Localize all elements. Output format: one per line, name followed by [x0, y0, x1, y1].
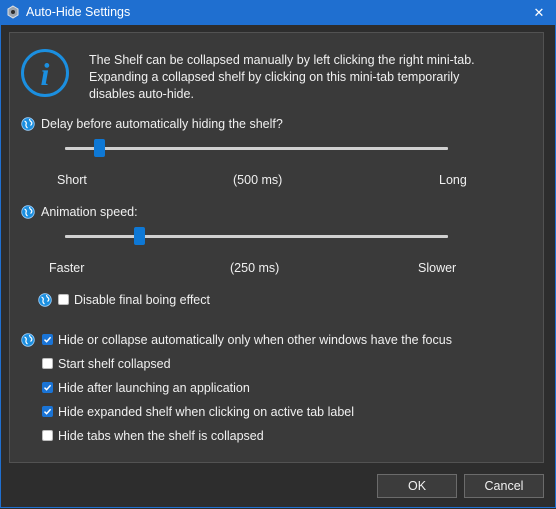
window-title: Auto-Hide Settings [26, 5, 131, 19]
hide-expanded-on-tab-label: Hide expanded shelf when clicking on act… [58, 405, 355, 419]
hide-tabs-collapsed-label: Hide tabs when the shelf is collapsed [58, 429, 264, 443]
info-icon: i [21, 49, 69, 97]
animation-slider-track[interactable] [65, 235, 448, 238]
disable-boing-label: Disable final boing effect [74, 293, 210, 307]
info-line: The Shelf can be collapsed manually by l… [89, 53, 475, 67]
ok-button[interactable]: OK [377, 474, 457, 498]
info-icon-letter: i [41, 56, 50, 92]
cancel-button[interactable]: Cancel [464, 474, 544, 498]
app-icon [7, 5, 19, 19]
animation-max-label: Slower [418, 261, 457, 275]
info-message: The Shelf can be collapsed manually by l… [89, 52, 529, 103]
animation-value-label: (250 ms) [230, 261, 280, 275]
globe-icon [38, 293, 52, 307]
animation-label: Animation speed: [41, 205, 138, 219]
start-collapsed-label: Start shelf collapsed [58, 357, 171, 371]
delay-slider-track[interactable] [65, 147, 448, 150]
disable-boing-checkbox[interactable] [58, 294, 69, 305]
hide-tabs-collapsed-checkbox[interactable] [42, 430, 53, 441]
info-line: disables auto-hide. [89, 87, 194, 101]
globe-icon [21, 117, 35, 131]
globe-icon [21, 205, 35, 219]
delay-value-label: (500 ms) [233, 173, 283, 187]
delay-min-label: Short [57, 173, 87, 187]
hide-only-other-focus-checkbox[interactable] [42, 334, 53, 345]
delay-label: Delay before automatically hiding the sh… [41, 117, 283, 131]
delay-slider-thumb[interactable] [93, 139, 105, 157]
hide-after-launch-label: Hide after launching an application [58, 381, 250, 395]
animation-slider-thumb[interactable] [134, 227, 146, 245]
hide-after-launch-checkbox[interactable] [42, 382, 53, 393]
globe-icon [21, 333, 35, 347]
close-button[interactable]: ✕ [522, 0, 556, 25]
close-icon: ✕ [533, 4, 545, 20]
hide-only-other-focus-label: Hide or collapse automatically only when… [58, 333, 452, 347]
title-bar: Auto-Hide Settings ✕ [0, 0, 556, 25]
info-line: Expanding a collapsed shelf by clicking … [89, 70, 460, 84]
checkmark-icon [43, 336, 52, 343]
delay-max-label: Long [439, 173, 467, 187]
hide-expanded-on-tab-checkbox[interactable] [42, 406, 53, 417]
checkmark-icon [43, 384, 52, 391]
checkmark-icon [43, 408, 52, 415]
animation-min-label: Faster [49, 261, 85, 275]
start-collapsed-checkbox[interactable] [42, 358, 53, 369]
